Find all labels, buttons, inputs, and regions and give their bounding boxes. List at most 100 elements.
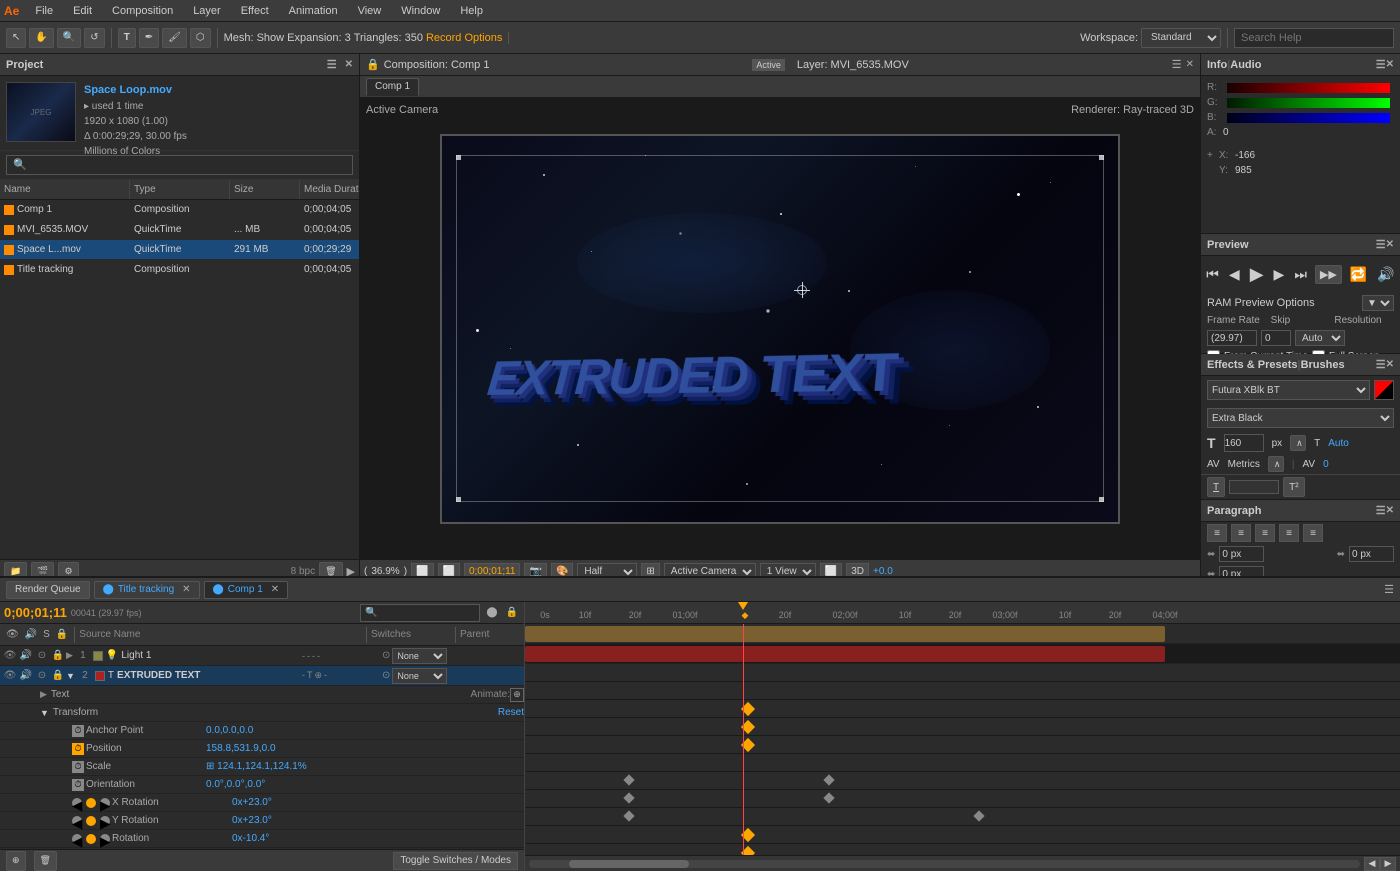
scroll-track[interactable]: [529, 860, 1360, 868]
layer2-solo[interactable]: ⊙: [34, 670, 50, 681]
para-close[interactable]: ✕: [1386, 505, 1394, 516]
xrot-stopwatch[interactable]: [86, 798, 96, 808]
tracking-dec[interactable]: ∧: [1268, 456, 1284, 472]
project-panel-close[interactable]: ✕: [345, 59, 353, 70]
menu-view[interactable]: View: [354, 3, 386, 19]
menu-animation[interactable]: Animation: [285, 3, 342, 19]
timeline-tab-comp1[interactable]: ⬤ Comp 1 ✕: [204, 581, 289, 599]
record-options[interactable]: Record Options: [426, 32, 502, 44]
scale-stopwatch[interactable]: ⏱: [72, 761, 84, 773]
new-layer-btn[interactable]: ⊕: [6, 851, 26, 871]
tl-visible-btn[interactable]: 👁: [4, 628, 21, 641]
scroll-thumb[interactable]: [569, 860, 689, 868]
font-select[interactable]: Futura XBlk BT: [1207, 380, 1370, 400]
project-row-title[interactable]: Title tracking Composition 0;00;04;05: [0, 260, 359, 280]
transform-expand[interactable]: ▼: [40, 708, 49, 718]
go-start-btn[interactable]: ⏮: [1204, 264, 1221, 285]
info-panel-menu[interactable]: ☰: [1376, 58, 1386, 71]
xrot-value[interactable]: 0x+23.0°: [232, 797, 272, 808]
preview-panel-close[interactable]: ✕: [1386, 239, 1394, 250]
frame-rate-input[interactable]: [1207, 330, 1257, 346]
preview-panel-menu[interactable]: ☰: [1376, 238, 1386, 251]
xrot-kf-next[interactable]: ▶: [100, 798, 110, 808]
effects-menu[interactable]: ☰: [1376, 358, 1386, 371]
para-indent1-input[interactable]: [1219, 546, 1264, 562]
zrot-kf-prev[interactable]: ◀: [72, 834, 82, 844]
yrot-stopwatch[interactable]: [86, 816, 96, 826]
effects-close[interactable]: ✕: [1386, 359, 1394, 370]
menu-window[interactable]: Window: [397, 3, 444, 19]
layer2-lock[interactable]: 🔒: [50, 670, 66, 681]
scroll-nav-left[interactable]: ◀: [1364, 857, 1380, 871]
project-panel-menu[interactable]: ☰: [327, 58, 337, 71]
brush-tool[interactable]: 🖌: [162, 28, 187, 48]
position-stopwatch[interactable]: ⏱: [72, 743, 84, 755]
comp-tab-comp1[interactable]: Comp 1: [366, 78, 419, 96]
reset-btn[interactable]: Reset: [498, 707, 524, 718]
timeline-menu[interactable]: ☰: [1384, 583, 1394, 596]
comp-viewer-menu[interactable]: ☰: [1172, 58, 1182, 71]
timeline-tab-title[interactable]: ⬤ Title tracking ✕: [94, 581, 200, 599]
layer2-audio[interactable]: 🔊: [18, 670, 34, 681]
scale-value[interactable]: ⊞ 124.1,124.1,124.1%: [206, 761, 307, 772]
tl-solo-btn[interactable]: S: [41, 628, 52, 641]
text-expand[interactable]: ▶: [40, 689, 47, 700]
anchor-value[interactable]: 0.0,0.0,0.0: [206, 725, 253, 736]
project-search-input[interactable]: [6, 155, 353, 175]
skip-input[interactable]: [1261, 330, 1291, 346]
zrot-value[interactable]: 0x-10.4°: [232, 833, 269, 844]
yrot-value[interactable]: 0x+23.0°: [232, 815, 272, 826]
layer-row-2[interactable]: 👁 🔊 ⊙ 🔒 ▼ 2 T EXTRUDED TEXT -T ⊕-: [0, 666, 524, 686]
layer1-solo[interactable]: ⊙: [34, 650, 50, 661]
layer-row-1[interactable]: 👁 🔊 ⊙ 🔒 ▶ 1 💡 Light 1 -- --: [0, 646, 524, 666]
composition-canvas[interactable]: EXTRUDED TEXT Active Camera: [360, 98, 1200, 559]
yrot-kf-prev[interactable]: ◀: [72, 816, 82, 826]
animate-btn[interactable]: ⊕: [510, 688, 524, 702]
layer1-blendmode[interactable]: None: [392, 648, 447, 664]
align-right-btn[interactable]: ≡: [1255, 524, 1275, 542]
yrot-kf-next[interactable]: ▶: [100, 816, 110, 826]
hand-tool[interactable]: ✋: [29, 28, 53, 48]
project-row-space[interactable]: Space L...mov QuickTime 291 MB 0;00;29;2…: [0, 240, 359, 260]
xrot-kf-prev[interactable]: ◀: [72, 798, 82, 808]
timeline-search[interactable]: [360, 604, 480, 622]
layer1-audio[interactable]: 🔊: [18, 650, 34, 661]
rotate-tool[interactable]: ↺: [84, 28, 104, 48]
pen-tool[interactable]: ✒: [139, 28, 159, 48]
text-size-input[interactable]: [1224, 434, 1264, 452]
menu-help[interactable]: Help: [456, 3, 487, 19]
justify-btn[interactable]: ≡: [1279, 524, 1299, 542]
select-tool[interactable]: ↖: [6, 28, 26, 48]
justify-all-btn[interactable]: ≡: [1303, 524, 1323, 542]
go-end-btn[interactable]: ⏭: [1292, 264, 1309, 285]
para-indent2-input[interactable]: [1349, 546, 1394, 562]
timeline-tab-render[interactable]: Render Queue: [6, 581, 90, 599]
font-style-select[interactable]: Extra Black: [1207, 408, 1394, 428]
zrot-stopwatch[interactable]: [86, 834, 96, 844]
orientation-value[interactable]: 0.0°,0.0°,0.0°: [206, 779, 265, 790]
layer1-vis[interactable]: 👁: [2, 650, 18, 661]
tl-audio-btn[interactable]: 🔊: [23, 628, 39, 641]
text-size-inc[interactable]: ∧: [1290, 435, 1306, 451]
layer2-vis[interactable]: 👁: [2, 670, 18, 681]
tl-lock2-btn[interactable]: 🔒: [54, 628, 70, 641]
align-left-btn[interactable]: ≡: [1207, 524, 1227, 542]
layer1-lock[interactable]: 🔒: [50, 650, 66, 661]
text-tool[interactable]: T: [118, 28, 136, 48]
underline-btn[interactable]: T: [1207, 477, 1225, 497]
layer2-expand[interactable]: ▼: [66, 671, 75, 681]
zoom-tool[interactable]: 🔍: [57, 28, 81, 48]
stamp-tool[interactable]: ⬡: [190, 28, 211, 48]
superscript-btn[interactable]: T²: [1283, 477, 1304, 497]
timecode-display[interactable]: 0;00;01;11: [4, 605, 67, 620]
align-center-btn[interactable]: ≡: [1231, 524, 1251, 542]
position-value[interactable]: 158.8,531.9,0.0: [206, 743, 276, 754]
zrot-kf-next[interactable]: ▶: [100, 834, 110, 844]
anchor-stopwatch[interactable]: ⏱: [72, 725, 84, 737]
search-input[interactable]: [1234, 28, 1394, 48]
comp1-tab-close[interactable]: ✕: [271, 584, 279, 595]
color-swatch[interactable]: [1374, 380, 1394, 400]
orientation-stopwatch[interactable]: ⏱: [72, 779, 84, 791]
play-btn[interactable]: ▶: [1248, 262, 1266, 287]
project-row-mvi[interactable]: MVI_6535.MOV QuickTime ... MB 0;00;04;05: [0, 220, 359, 240]
